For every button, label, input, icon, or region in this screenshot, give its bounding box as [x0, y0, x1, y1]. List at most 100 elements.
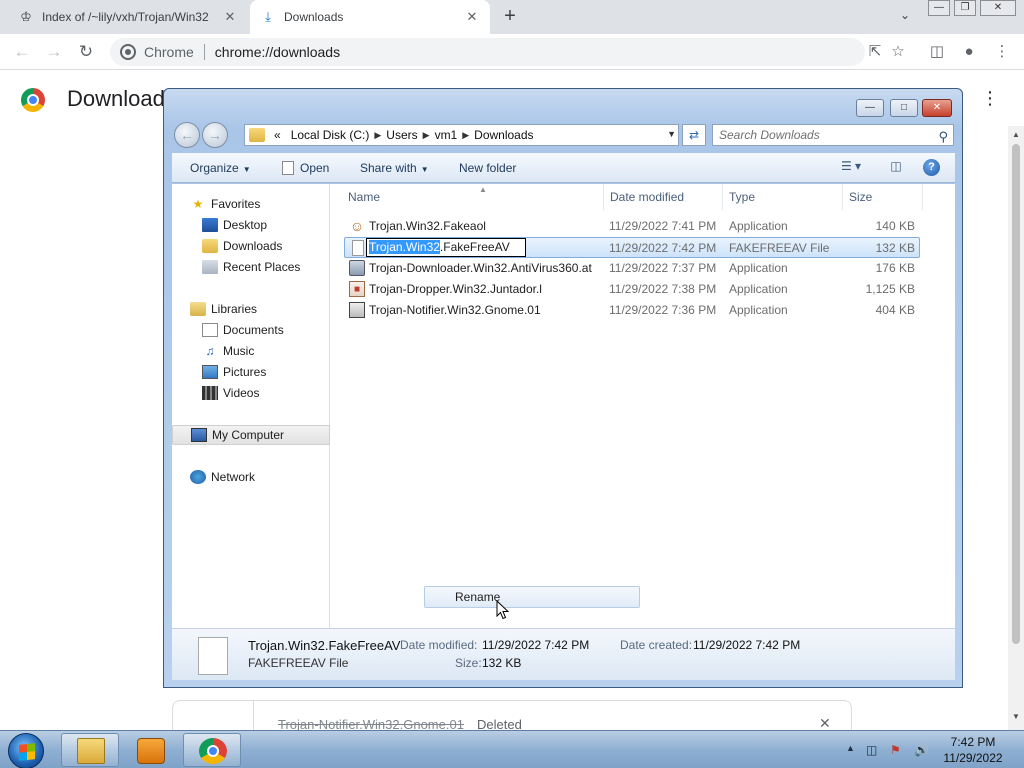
help-icon[interactable]: ?	[923, 159, 940, 176]
close-tab-icon[interactable]: ✕	[222, 9, 238, 25]
web-page-icon: ♔	[20, 9, 32, 24]
side-panel-icon[interactable]: ◫	[927, 42, 947, 62]
close-window-button[interactable]: ✕	[980, 0, 1016, 16]
nav-documents[interactable]: Documents	[172, 320, 330, 340]
page-scrollbar[interactable]: ▲ ▼	[1008, 126, 1024, 730]
nav-downloads[interactable]: Downloads	[172, 236, 330, 256]
breadcrumb-vm1[interactable]: vm1	[430, 128, 463, 142]
details-size: 132 KB	[482, 656, 522, 670]
search-input[interactable]: Search Downloads ⚲	[712, 124, 954, 146]
breadcrumb-downloads[interactable]: Downloads	[469, 128, 538, 142]
nav-label: Network	[211, 470, 256, 484]
nav-libraries[interactable]: Libraries	[172, 299, 330, 319]
minimize-button[interactable]: —	[928, 0, 950, 16]
nav-music[interactable]: ♫ Music	[172, 341, 330, 361]
clock[interactable]: 7:42 PM 11/29/2022	[936, 734, 1010, 766]
scroll-down-icon[interactable]: ▼	[1011, 712, 1021, 721]
blank-file-icon	[352, 240, 364, 256]
address-bar[interactable]: Chrome chrome://downloads	[110, 38, 865, 66]
column-header-date[interactable]: Date modified	[603, 184, 723, 210]
nav-pictures[interactable]: Pictures	[172, 362, 330, 382]
site-chip: Chrome	[144, 44, 205, 60]
download-icon: ⤓	[265, 9, 271, 24]
details-date-modified: 11/29/2022 7:42 PM	[482, 638, 590, 652]
nav-network[interactable]: Network	[172, 467, 330, 487]
star-icon: ★	[192, 197, 204, 211]
rename-selected-text: Trojan.Win32	[369, 240, 440, 254]
profile-avatar-icon[interactable]: ●	[959, 42, 979, 62]
explorer-minimize-button[interactable]: —	[856, 99, 884, 117]
taskbar-chrome[interactable]	[183, 733, 241, 767]
downloads-more-icon[interactable]: ⋮	[980, 88, 1000, 112]
file-type: FAKEFREEAV File	[729, 241, 830, 255]
back-arrow-icon[interactable]: ←	[174, 122, 200, 148]
start-button[interactable]	[8, 733, 44, 768]
taskbar-media-player[interactable]	[121, 733, 179, 767]
libraries-icon	[190, 302, 206, 316]
breadcrumb-separator-icon[interactable]: ▶	[423, 130, 430, 141]
file-name: Trojan-Dropper.Win32.Juntador.l	[369, 282, 542, 296]
action-center-icon[interactable]: ⚑	[890, 743, 901, 757]
show-hidden-icons[interactable]: ▲	[846, 743, 855, 753]
nav-videos[interactable]: Videos	[172, 383, 330, 403]
nav-favorites[interactable]: ★ Favorites	[172, 194, 330, 214]
file-row[interactable]: Trojan-Downloader.Win32.AntiVirus360.at …	[344, 258, 920, 279]
share-with-label: Share with	[360, 161, 417, 175]
breadcrumb-local-disk[interactable]: Local Disk (C:)	[286, 128, 375, 142]
tab-index-of-trojan[interactable]: ♔ Index of /~lily/vxh/Trojan/Win32 ✕	[8, 0, 248, 34]
breadcrumb-users[interactable]: Users	[381, 128, 422, 142]
nav-my-computer[interactable]: My Computer	[172, 425, 330, 445]
chrome-logo-icon	[21, 88, 45, 112]
file-row[interactable]: ☺ Trojan.Win32.Fakeaol 11/29/2022 7:41 P…	[344, 216, 920, 237]
tab-downloads[interactable]: ⤓ Downloads ✕	[250, 0, 490, 34]
share-icon[interactable]: ⇱	[865, 42, 885, 62]
details-size-label: Size:	[455, 656, 482, 670]
documents-icon	[202, 323, 218, 337]
taskbar-explorer[interactable]	[61, 733, 119, 767]
network-tray-icon[interactable]: ◫	[866, 743, 877, 757]
file-large-icon	[198, 637, 228, 675]
file-row[interactable]: ■ Trojan-Dropper.Win32.Juntador.l 11/29/…	[344, 279, 920, 300]
column-header-name[interactable]: Name ▲	[342, 184, 602, 210]
rename-input[interactable]: Trojan.Win32.FakeFreeAV	[366, 238, 526, 257]
view-options-icon[interactable]: ☰ ▾	[832, 159, 870, 177]
application-icon	[349, 302, 365, 318]
breadcrumb-overflow[interactable]: «	[269, 128, 286, 142]
forward-arrow-icon[interactable]: →	[202, 122, 228, 148]
chrome-menu-icon[interactable]: ⋮	[992, 42, 1012, 62]
explorer-maximize-button[interactable]: □	[890, 99, 918, 117]
breadcrumb-separator-icon[interactable]: ▶	[462, 130, 469, 141]
breadcrumb-separator-icon[interactable]: ▶	[374, 130, 381, 141]
file-row[interactable]: Trojan-Notifier.Win32.Gnome.01 11/29/202…	[344, 300, 920, 321]
new-tab-button[interactable]: +	[498, 5, 522, 29]
refresh-icon[interactable]: ⇄	[682, 124, 706, 146]
search-icon[interactable]: ⚲	[938, 127, 948, 147]
new-folder-button[interactable]: New folder	[459, 161, 516, 175]
explorer-address-bar[interactable]: « Local Disk (C:) ▶ Users ▶ vm1 ▶ Downlo…	[244, 124, 679, 146]
file-row-selected[interactable]: Trojan.Win32.FakeFreeAV 11/29/2022 7:42 …	[344, 237, 920, 258]
back-button[interactable]: ←	[10, 40, 34, 64]
address-dropdown-icon[interactable]: ▼	[667, 129, 676, 139]
nav-label: Documents	[223, 323, 284, 337]
preview-pane-icon[interactable]: ◫	[886, 159, 906, 177]
scroll-up-icon[interactable]: ▲	[1011, 130, 1021, 139]
explorer-close-button[interactable]: ✕	[922, 99, 952, 117]
tab-search-chevron-icon[interactable]: ⌄	[895, 8, 915, 26]
rename-menu-item[interactable]: Rename	[424, 586, 640, 608]
nav-desktop[interactable]: Desktop	[172, 215, 330, 235]
tab-strip: ♔ Index of /~lily/vxh/Trojan/Win32 ✕ ⤓ D…	[0, 0, 1024, 34]
scrollbar-thumb[interactable]	[1012, 144, 1020, 644]
organize-button[interactable]: Organize ▼	[190, 161, 251, 175]
volume-icon[interactable]: 🔊	[914, 743, 929, 757]
share-with-button[interactable]: Share with ▼	[360, 161, 429, 175]
open-button[interactable]: Open	[282, 161, 329, 175]
file-date: 11/29/2022 7:36 PM	[609, 303, 717, 317]
reload-button[interactable]: ↻	[74, 40, 98, 64]
restore-button[interactable]: ❐	[954, 0, 976, 16]
forward-button[interactable]: →	[42, 40, 66, 64]
column-header-type[interactable]: Type	[723, 184, 843, 210]
nav-recent-places[interactable]: Recent Places	[172, 257, 330, 277]
column-header-size[interactable]: Size	[843, 184, 923, 210]
bookmark-star-icon[interactable]: ☆	[888, 42, 908, 62]
close-tab-icon[interactable]: ✕	[464, 9, 480, 25]
